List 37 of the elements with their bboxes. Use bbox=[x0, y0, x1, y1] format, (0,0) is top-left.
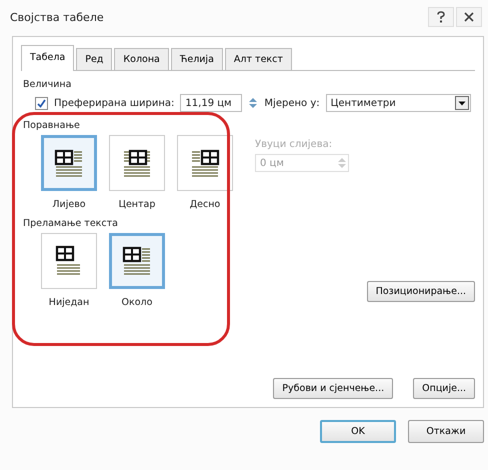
dialog-button[interactable]: Опције... bbox=[413, 378, 475, 399]
section-heading: Преламање текста bbox=[23, 218, 119, 229]
close-icon bbox=[464, 12, 474, 22]
tab[interactable]: Табела bbox=[21, 45, 74, 71]
window-title: Својства табеле bbox=[10, 10, 105, 24]
option-label: Ниједан bbox=[48, 297, 90, 308]
help-button[interactable] bbox=[428, 7, 454, 27]
spinner-icon bbox=[337, 156, 347, 170]
option-tile[interactable] bbox=[177, 135, 233, 191]
section-heading: Поравнање bbox=[23, 120, 81, 131]
cancel-button[interactable]: Откажи bbox=[408, 420, 484, 443]
field-label: Увуци слијева: bbox=[255, 139, 334, 150]
tab[interactable]: Ћелија bbox=[170, 48, 223, 70]
width-field[interactable]: 11,19 цм bbox=[180, 94, 242, 112]
field-label: Мјерено у: bbox=[264, 98, 320, 108]
field-label: Преферирана ширина: bbox=[54, 98, 174, 108]
option-tile[interactable] bbox=[109, 135, 165, 191]
option-tile[interactable] bbox=[41, 135, 97, 191]
option-tile[interactable] bbox=[109, 233, 165, 289]
option-label: Около bbox=[122, 297, 152, 308]
help-icon bbox=[437, 11, 445, 23]
tab[interactable]: Алт текст bbox=[224, 48, 292, 70]
spinner-icon[interactable] bbox=[248, 96, 258, 110]
checkbox[interactable] bbox=[35, 96, 48, 110]
positioning-button[interactable]: Позиционирање... bbox=[366, 281, 475, 302]
ok-button[interactable]: OK bbox=[320, 420, 396, 443]
option-label: Десно bbox=[190, 199, 220, 210]
option-tile[interactable] bbox=[41, 233, 97, 289]
section-heading: Величина bbox=[23, 79, 72, 90]
option-label: Центар bbox=[118, 199, 156, 210]
tab[interactable]: Ред bbox=[76, 48, 112, 70]
close-button[interactable] bbox=[456, 7, 482, 27]
option-label: Лијево bbox=[52, 199, 86, 210]
caret-icon bbox=[455, 96, 469, 110]
dialog-button[interactable]: Рубови и сјенчење... bbox=[273, 378, 394, 399]
unit-dropdown[interactable]: Центиметри bbox=[326, 94, 471, 112]
tab[interactable]: Колона bbox=[114, 48, 169, 70]
